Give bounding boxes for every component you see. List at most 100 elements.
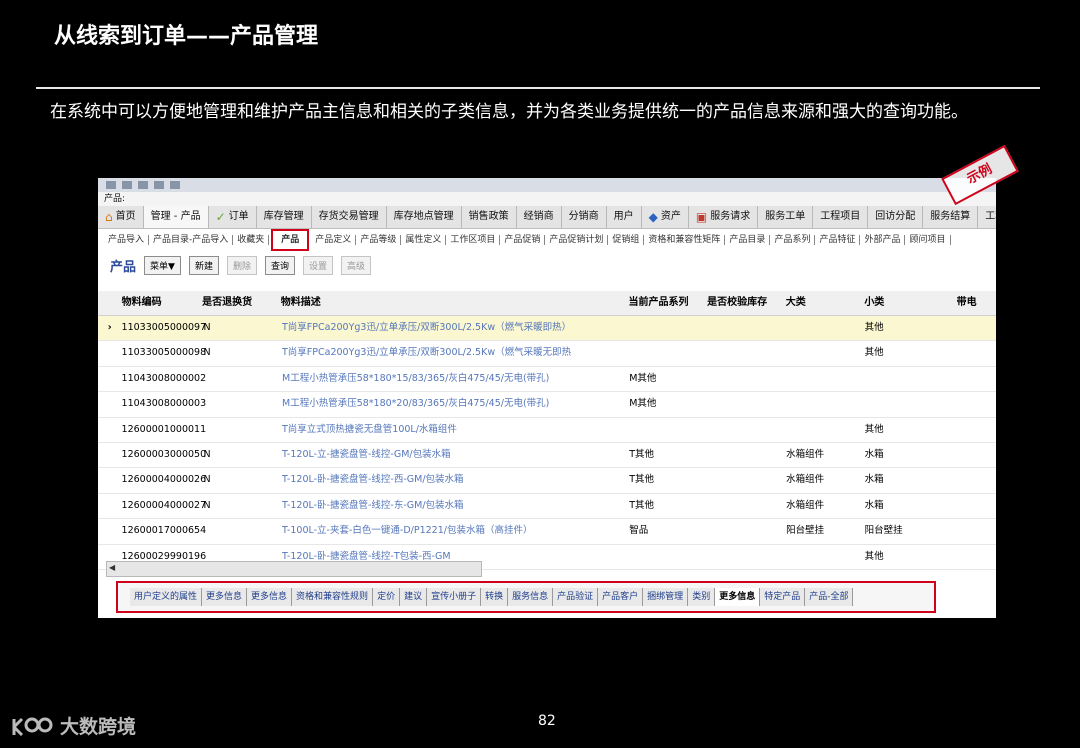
tab-3[interactable]: 库存管理 [257, 206, 312, 228]
tab-4[interactable]: 存货交易管理 [312, 206, 387, 228]
tab-16[interactable]: 工程 [978, 206, 996, 228]
cell-desc[interactable]: M工程小热管承压58*180*20/83/365/灰白475/45/无电(带孔) [282, 392, 629, 416]
detail-tab-14[interactable]: 特定产品 [760, 588, 806, 606]
subtab-5[interactable]: 产品等级 [356, 235, 402, 245]
subtab-16[interactable]: 顾问项目 [905, 235, 951, 245]
tab-13[interactable]: 工程项目 [813, 206, 869, 228]
cell-desc[interactable]: T-100L-立-夹套-白色一键通-D/P1221/包装水箱（高挂件） [282, 519, 629, 543]
tab-7[interactable]: 经销商 [517, 206, 562, 228]
cell-code: 11043008000002 [121, 372, 207, 384]
subtab-14[interactable]: 产品特征 [815, 235, 861, 245]
detail-tab-7[interactable]: 转换 [481, 588, 509, 606]
cell-desc[interactable]: T尚享FPCa200Yg3迅/立单承压/双断300L/2.5Kw（燃气采暖即热） [282, 316, 629, 340]
detail-tab-9[interactable]: 产品验证 [553, 588, 599, 606]
new-button[interactable]: 新建 [188, 255, 219, 275]
subtab-10[interactable]: 促销组 [608, 235, 645, 245]
breadcrumb: 产品: [98, 192, 996, 206]
table-row[interactable]: 12600001000011 T尚享立式顶热搪瓷无盘管100L/水箱组件 其他 [98, 418, 996, 443]
tab-5[interactable]: 库存地点管理 [387, 206, 462, 228]
subtab-6[interactable]: 属性定义 [401, 235, 447, 245]
detail-tab-2[interactable]: 更多信息 [247, 588, 293, 606]
delete-button[interactable]: 删除 [226, 255, 257, 275]
subtab-15[interactable]: 外部产品 [860, 235, 906, 245]
detail-tab-4[interactable]: 定价 [373, 588, 401, 606]
detail-tab-13[interactable]: 更多信息 [715, 588, 761, 606]
subtab-7[interactable]: 工作区项目 [446, 235, 501, 245]
subtab-8[interactable]: 产品促销 [500, 235, 546, 245]
tab-0[interactable]: ⌂ 首页 [98, 206, 144, 228]
cell-desc[interactable]: T-120L-卧-搪瓷盘管-线控-东-GM/包装水箱 [282, 494, 629, 518]
tab-11[interactable]: ▣ 服务请求 [689, 206, 759, 228]
subtab-12[interactable]: 产品目录 [725, 235, 771, 245]
cell-desc[interactable]: T尚享立式顶热搪瓷无盘管100L/水箱组件 [282, 418, 629, 442]
subtab-0[interactable]: 产品导入 [104, 235, 150, 245]
tab-1[interactable]: 管理 - 产品 [143, 206, 209, 228]
table-row[interactable]: 11043008000003 M工程小热管承压58*180*20/83/365/灰… [98, 392, 996, 418]
toolbar-icon[interactable] [106, 181, 116, 189]
column-header[interactable]: 当前产品系列 [629, 291, 708, 315]
tab-10[interactable]: ◆ 资产 [642, 206, 689, 228]
detail-tab-15[interactable]: 产品-全部 [805, 588, 854, 606]
settings-button[interactable]: 设置 [302, 255, 333, 275]
menu-button[interactable]: 菜单▼ [144, 255, 181, 275]
subtab-9[interactable]: 产品促销计划 [545, 235, 609, 245]
column-header[interactable]: 物料描述 [281, 291, 629, 315]
tab-12[interactable]: 服务工单 [758, 206, 814, 228]
detail-tab-6[interactable]: 宣传小册子 [427, 588, 482, 606]
tab-14[interactable]: 回访分配 [868, 206, 924, 228]
detail-tab-1[interactable]: 更多信息 [202, 588, 248, 606]
subtab-1[interactable]: 产品目录-产品导入 [149, 235, 234, 245]
detail-tab-5[interactable]: 建议 [400, 588, 428, 606]
cell-series: T其他 [629, 499, 654, 511]
toolbar-icon[interactable] [154, 181, 164, 189]
detail-tab-0[interactable]: 用户定义的属性 [130, 588, 203, 606]
toolbar-icon[interactable] [170, 181, 180, 189]
cell-desc[interactable]: T-120L-立-搪瓷盘管-线控-GM/包装水箱 [282, 443, 629, 467]
detail-tab-3[interactable]: 资格和兼容性规则 [292, 588, 374, 606]
subtab-13[interactable]: 产品系列 [770, 235, 816, 245]
toolbar-icon[interactable] [122, 181, 132, 189]
cell-category: 水箱组件 [786, 499, 825, 511]
sub-tab-bar: 产品导入 产品目录-产品导入 收藏夹 产品 产品定义 产品等级 属性定义 工作区项目 产品促销产… [98, 229, 996, 251]
subtab-2[interactable]: 收藏夹 [233, 235, 270, 245]
scroll-left-icon[interactable]: ◀ [109, 563, 115, 572]
subtab-4[interactable]: 产品定义 [311, 235, 357, 245]
horizontal-scrollbar[interactable]: ◀ [106, 561, 482, 577]
tab-9[interactable]: 用户 [607, 206, 642, 228]
advanced-button[interactable]: 高级 [341, 255, 372, 275]
subtab-11[interactable]: 资格和兼容性矩阵 [644, 235, 726, 245]
table-row[interactable]: 11043008000002 M工程小热管承压58*180*15/83/365/灰… [98, 367, 996, 393]
query-button[interactable]: 查询 [264, 255, 295, 275]
column-header[interactable]: 是否校验库存 [707, 291, 786, 315]
tab-8[interactable]: 分销商 [562, 206, 607, 228]
toolbar-icon[interactable] [138, 181, 148, 189]
cell-desc[interactable]: M工程小热管承压58*180*15/83/365/灰白475/45/无电(带孔) [282, 367, 629, 391]
column-header[interactable]: 小类 [864, 291, 956, 315]
detail-tab-12[interactable]: 类别 [688, 588, 716, 606]
table-row[interactable]: 12600017000654 T-100L-立-夹套-白色一键通-D/P1221/… [98, 519, 996, 545]
crm-screenshot: 产品: ⌂ 首页 管理 - 产品 ✓ 订单 库存管理 存货交易管理 库存地点管理 销售政策 经销商… [98, 178, 996, 618]
cell-returnable: N [203, 499, 211, 511]
table-row[interactable]: › 11033005000097 N T尚享FPCa200Yg3迅/立单承压/双断30… [98, 316, 996, 342]
column-header[interactable]: 是否退换货 [202, 291, 281, 315]
detail-tab-11[interactable]: 捆绑管理 [643, 588, 689, 606]
cell-desc[interactable]: T-120L-卧-搪瓷盘管-线控-西-GM/包装水箱 [282, 468, 629, 492]
table-row[interactable]: 12600004000027 N T-120L-卧-搪瓷盘管-线控-东-GM/包装水… [98, 494, 996, 520]
tab-2[interactable]: ✓ 订单 [209, 206, 257, 228]
subtab-3[interactable]: 产品 [271, 229, 310, 251]
table-row[interactable]: 12600003000050 N T-120L-立-搪瓷盘管-线控-GM/包装水箱 T… [98, 443, 996, 469]
detail-tab-10[interactable]: 产品客户 [598, 588, 644, 606]
column-header[interactable]: 带电 [957, 291, 996, 315]
tab-15[interactable]: 服务结算 [923, 206, 979, 228]
table-row[interactable]: 12600004000026 N T-120L-卧-搪瓷盘管-线控-西-GM/包装水… [98, 468, 996, 494]
column-header[interactable]: 物料编码 [122, 291, 203, 315]
table-row[interactable]: 11033005000098 N T尚享FPCa200Yg3迅/立单承压/双断300… [98, 341, 996, 367]
cell-subcategory: 水箱 [864, 499, 884, 511]
detail-tab-8[interactable]: 服务信息 [508, 588, 554, 606]
column-header[interactable]: 大类 [786, 291, 865, 315]
cell-check_stock [708, 418, 786, 442]
cell-series [629, 545, 707, 569]
cell-code: 12600003000050 [121, 448, 207, 460]
tab-6[interactable]: 销售政策 [462, 206, 517, 228]
cell-desc[interactable]: T尚享FPCa200Yg3迅/立单承压/双断300L/2.5Kw（燃气采暖无即热 [282, 341, 629, 365]
